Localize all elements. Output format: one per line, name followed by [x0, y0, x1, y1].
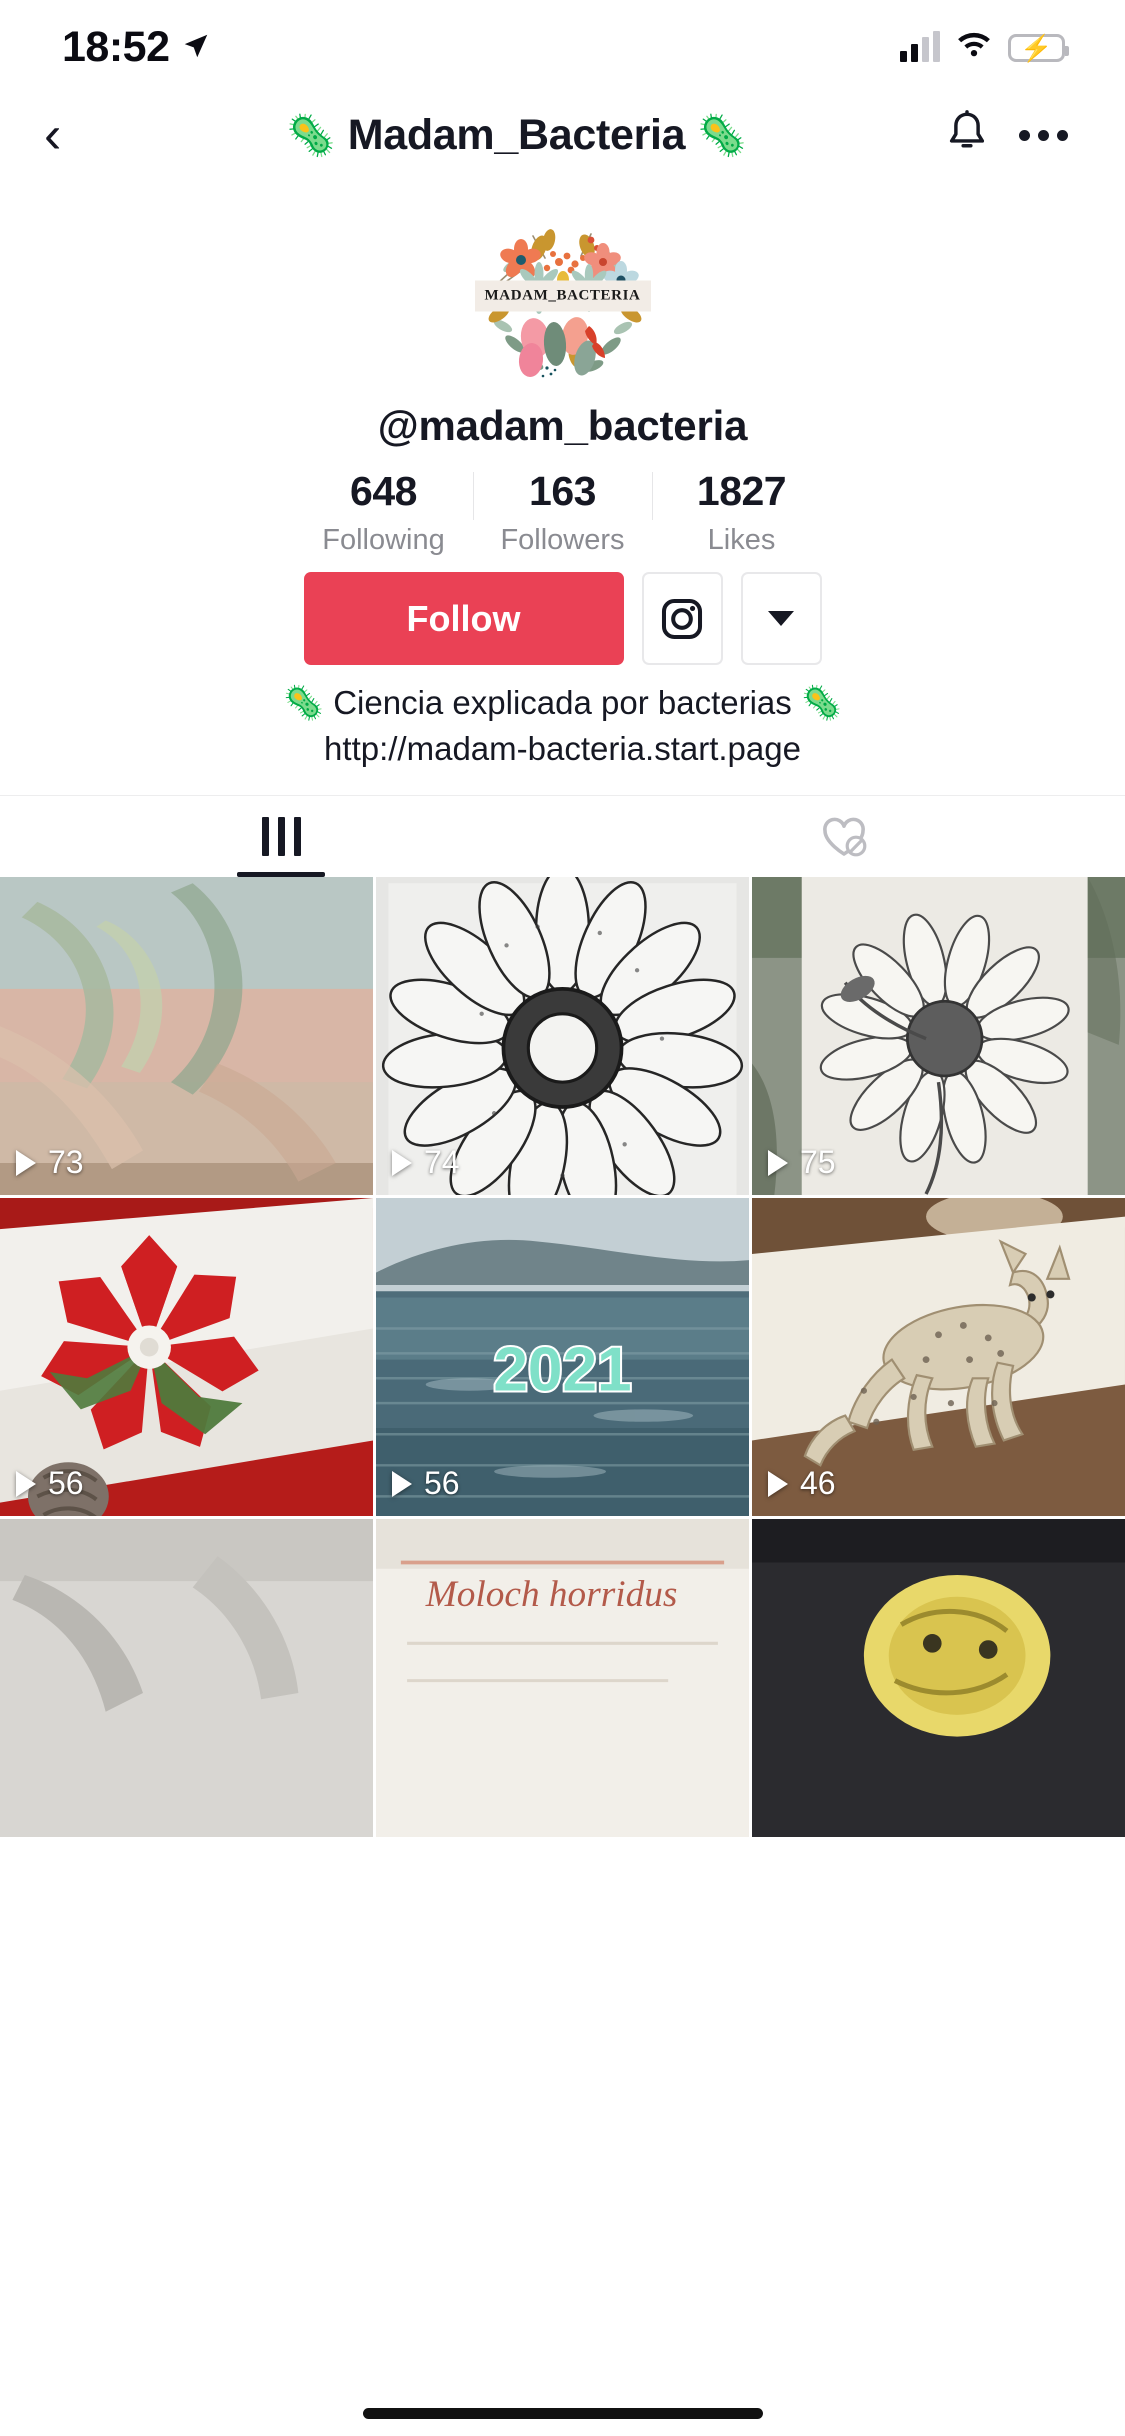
video-view-count: 56	[48, 1465, 84, 1501]
more-dot	[1037, 129, 1049, 141]
tab-liked[interactable]	[563, 796, 1125, 877]
play-icon	[768, 1149, 788, 1176]
play-icon	[392, 1149, 412, 1176]
grid-bars-icon	[261, 817, 301, 856]
back-button[interactable]: ‹	[44, 109, 104, 161]
play-icon	[16, 1470, 36, 1497]
more-dot	[1056, 129, 1068, 141]
germ-icon-left: 🦠	[286, 113, 336, 158]
video-views: 56	[16, 1465, 84, 1502]
instagram-button[interactable]	[641, 572, 723, 665]
bio-line-1: 🦠 Ciencia explicada por bacterias 🦠	[282, 684, 843, 721]
status-time: 18:52	[62, 23, 170, 71]
video-view-count: 56	[424, 1465, 460, 1501]
video-views: 74	[392, 1144, 460, 1181]
play-icon	[768, 1470, 788, 1497]
stat-value: 648	[350, 468, 417, 514]
bell-icon	[949, 110, 985, 148]
chevron-down-icon	[768, 611, 794, 626]
more-options-button[interactable]	[1005, 129, 1081, 141]
status-indicators: ⚡	[900, 30, 1069, 64]
video-cell[interactable]: 75	[752, 877, 1125, 1195]
more-dot	[1018, 129, 1030, 141]
location-arrow-icon	[181, 23, 211, 72]
video-views: 73	[16, 1144, 84, 1181]
video-views: 46	[768, 1465, 836, 1502]
video-grid: 73 74 75 56 2021 56 46 Moloch horridus	[0, 877, 1125, 2436]
video-view-count: 46	[800, 1465, 836, 1501]
bio: 🦠 Ciencia explicada por bacterias 🦠 http…	[0, 682, 1125, 770]
video-cell[interactable]	[752, 1519, 1125, 1837]
avatar-banner-label: MADAM_BACTERIA	[474, 280, 651, 312]
stat-likes[interactable]: 1827 Likes	[653, 468, 831, 557]
video-views: 75	[768, 1144, 836, 1181]
username: @madam_bacteria	[377, 402, 748, 449]
home-indicator	[362, 2408, 763, 2419]
play-icon	[16, 1149, 36, 1176]
follow-button[interactable]: Follow	[303, 572, 624, 665]
bio-link[interactable]: http://madam-bacteria.start.page	[0, 728, 1125, 770]
video-view-count: 74	[424, 1144, 460, 1180]
more-actions-dropdown-button[interactable]	[740, 572, 822, 665]
heart-locked-icon	[822, 817, 867, 856]
video-cell[interactable]: 74	[376, 877, 749, 1195]
video-views: 56	[392, 1465, 460, 1502]
cellular-signal-icon	[900, 30, 940, 62]
germ-icon-right: 🦠	[697, 113, 747, 158]
status-bar: 18:52 ⚡	[0, 0, 1125, 95]
svg-text:Moloch horridus: Moloch horridus	[425, 1574, 678, 1615]
svg-text:2021: 2021	[493, 1336, 631, 1405]
stat-following[interactable]: 648 Following	[295, 468, 473, 557]
video-cell[interactable]: 2021 56	[376, 1198, 749, 1516]
status-time-group: 18:52	[62, 23, 211, 72]
video-cell[interactable]: 46	[752, 1198, 1125, 1516]
profile-actions: Follow	[0, 572, 1125, 665]
navigation-bar: ‹ 🦠 Madam_Bacteria 🦠	[0, 95, 1125, 175]
avatar-container: MADAM_BACTERIA	[0, 196, 1125, 396]
battery-charging-icon: ⚡	[1008, 33, 1069, 62]
play-icon	[392, 1470, 412, 1497]
video-view-count: 73	[48, 1144, 84, 1180]
video-cell[interactable]: 73	[0, 877, 373, 1195]
profile-tabs	[0, 795, 1125, 877]
video-cell[interactable]: 56	[0, 1198, 373, 1516]
video-thumbnail	[752, 1519, 1125, 1837]
stat-label: Following	[322, 524, 445, 557]
notifications-button[interactable]	[929, 110, 1005, 160]
tiktok-profile-screen: 18:52 ⚡ ‹ 🦠 Madam_Bacteria 🦠 MADAM_BACTE…	[0, 0, 1125, 2436]
stat-label: Likes	[707, 524, 776, 557]
video-view-count: 75	[800, 1144, 836, 1180]
wifi-icon	[956, 31, 992, 64]
avatar[interactable]: MADAM_BACTERIA	[462, 196, 663, 396]
page-title-text: Madam_Bacteria	[347, 110, 686, 159]
tab-videos[interactable]	[0, 796, 563, 877]
video-cell[interactable]	[0, 1519, 373, 1837]
video-thumbnail	[0, 1519, 373, 1837]
stat-followers[interactable]: 163 Followers	[474, 468, 652, 557]
video-thumbnail: Moloch horridus	[376, 1519, 749, 1837]
video-cell[interactable]: Moloch horridus	[376, 1519, 749, 1837]
stat-label: Followers	[500, 524, 625, 557]
stat-value: 1827	[696, 468, 787, 514]
instagram-icon	[661, 598, 703, 639]
stats-row: 648 Following 163 Followers 1827 Likes	[0, 468, 1125, 557]
stat-value: 163	[529, 468, 596, 514]
page-title: 🦠 Madam_Bacteria 🦠	[104, 111, 929, 160]
